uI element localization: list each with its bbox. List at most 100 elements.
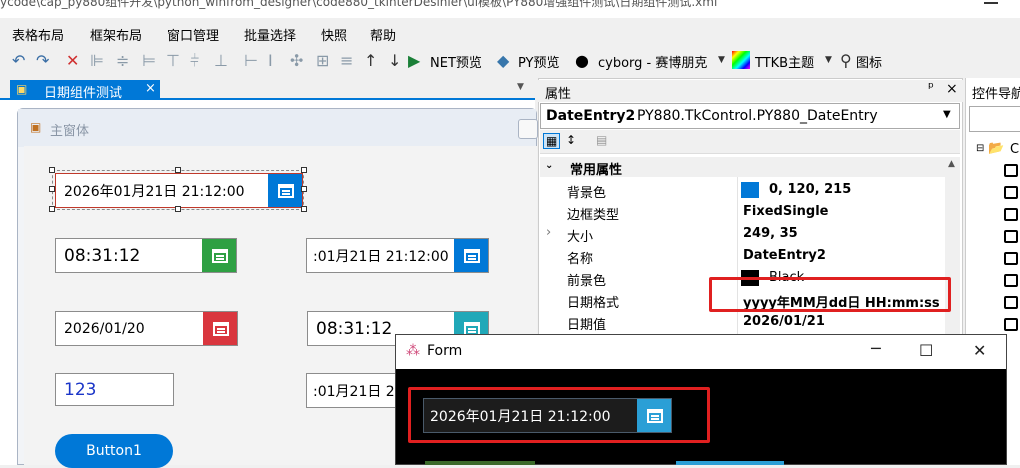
folder-icon: 📂 [988,141,1005,156]
window-minimize-button[interactable] [984,2,998,4]
align-center-icon[interactable]: ≑ [116,51,129,70]
tab-overflow-icon[interactable]: ▼ [517,82,524,92]
category-row[interactable]: ⌄ 常用属性 [540,157,960,178]
resize-handle-se[interactable] [301,206,307,212]
net-preview-icon[interactable]: ▶ [408,51,420,70]
resize-handle-s[interactable] [175,206,181,212]
preview-minimize-button[interactable]: ─ [871,339,881,358]
resize-handle-n[interactable] [175,167,181,173]
resize-handle-ne[interactable] [301,167,307,173]
property-row[interactable]: 边框类型 FixedSingle [540,201,940,223]
control-node-icon[interactable] [1004,252,1018,265]
property-row[interactable]: 日期值 2026/01/21 [540,311,940,333]
property-row[interactable]: › 大小 249, 35 [540,223,940,245]
resize-handle-sw[interactable] [49,206,55,212]
scroll-up-icon[interactable]: ▲ [948,159,955,169]
control-node-icon[interactable] [1004,296,1018,309]
preview-form-title: Form [427,343,463,359]
app-icon: ⁂ [406,343,420,359]
menu-snapshot[interactable]: 快照 [321,25,347,44]
ttkb-theme-dropdown[interactable]: TTKB主题 [755,52,814,71]
redo-icon[interactable]: ↷ [36,51,49,70]
property-name: 日期值 [567,318,607,333]
tab-label: 日期组件测试 [44,86,123,101]
menu-frame-layout[interactable]: 框架布局 [90,25,142,44]
control-node-icon[interactable] [1004,208,1018,221]
align-left-icon[interactable]: ⊫ [90,51,104,70]
datetime-entry-2[interactable]: :01月21日 21:12:00 [306,238,489,273]
align-bottom-icon[interactable]: ⊥ [214,51,228,70]
control-node-icon[interactable] [1004,230,1018,243]
theme-dropdown-arrow-icon[interactable]: ▼ [718,55,725,65]
property-name: 大小 [567,230,594,245]
control-node-icon[interactable] [1004,186,1018,199]
control-node-icon[interactable] [1004,318,1018,331]
calendar-button[interactable] [202,239,236,272]
theme-dropdown[interactable]: cyborg - 赛博朋克 [598,52,707,71]
date-entry[interactable]: 2026/01/20 [55,311,238,346]
same-size-icon[interactable]: ✣ [290,51,303,70]
preview-maximize-button[interactable]: ☐ [919,341,933,360]
ttkb-theme-icon[interactable] [732,51,750,69]
menu-batch-select[interactable]: 批量选择 [244,25,296,44]
property-name: 边框类型 [567,208,620,223]
window-title-bar: ycode\cap_py880组件开发\python_winfrom_desig… [0,0,1020,18]
highlight-box-date-format [709,277,951,312]
property-row[interactable]: 背景色 0, 120, 215 [540,179,940,201]
date-entry-main[interactable]: 2026年01月21日 21:12:00 [55,173,303,208]
resize-handle-w[interactable] [49,186,55,192]
alphabetical-icon[interactable]: ↕ [566,133,576,147]
icon-button[interactable]: 图标 [856,52,882,71]
align-middle-icon[interactable]: ⫩ [190,51,199,71]
preview-close-button[interactable]: ✕ [973,341,986,360]
control-node-icon[interactable] [1004,274,1018,287]
object-selector-arrow-icon[interactable]: ▼ [943,109,951,120]
tab-date-component-test[interactable]: ▣ 日期组件测试 × [10,80,160,101]
menu-help[interactable]: 帮助 [370,25,396,44]
theme-icon[interactable]: ● [575,51,589,70]
menu-bar: 表格布局 框架布局 窗口管理 批量选择 快照 帮助 [0,22,1020,44]
controls-search-input[interactable] [969,106,1020,132]
same-width-icon[interactable]: ⊢ [244,51,258,70]
numeric-entry[interactable]: 123 [55,373,174,406]
send-back-icon[interactable]: ↓ [388,51,401,70]
undo-icon[interactable]: ↶ [12,51,25,70]
center-vertical-icon[interactable]: ≡ [340,51,353,70]
categorized-icon[interactable]: ▦ [543,133,561,149]
py-preview-button[interactable]: PY预览 [518,52,560,71]
ttkb-dropdown-arrow-icon[interactable]: ▼ [825,55,832,65]
center-horizontal-icon[interactable]: ⊞ [316,51,329,70]
control-node-icon[interactable] [1004,164,1018,177]
calendar-button[interactable] [454,239,488,272]
delete-icon[interactable]: ✕ [66,51,79,70]
toolbar: ↶ ↷ ✕ ⊫ ≑ ⊨ ⊤ ⫩ ⊥ ⊢ I ✣ ⊞ ≡ ↑ ↓ ▶ NET预览 … [0,46,1020,74]
form-minimize-button[interactable] [518,119,538,139]
properties-title: 属性 [545,87,572,102]
tree-collapse-icon[interactable]: ⊟ [976,143,984,154]
align-right-icon[interactable]: ⊨ [142,51,156,70]
calendar-button[interactable] [268,174,302,207]
bring-front-icon[interactable]: ↑ [364,51,377,70]
same-height-icon[interactable]: I [268,51,273,70]
button-1[interactable]: Button1 [55,434,173,468]
user-icon[interactable]: ⚲ [840,51,852,70]
calendar-button[interactable] [203,312,237,345]
property-pages-icon[interactable]: ▤ [596,133,607,147]
collapse-icon[interactable]: ⌄ [545,160,553,171]
python-icon[interactable]: ◆ [497,51,509,70]
resize-handle-e[interactable] [301,186,307,192]
expand-icon[interactable]: › [546,225,551,240]
net-preview-button[interactable]: NET预览 [430,52,482,71]
property-row[interactable]: 名称 DateEntry2 [540,245,940,267]
properties-close-icon[interactable]: × [946,81,958,97]
menu-table-layout[interactable]: 表格布局 [12,25,64,44]
object-selector[interactable]: DateEntry2 PY880.TkControl.PY880_DateEnt… [540,103,960,129]
calendar-icon [463,248,480,263]
datetime-entry-2-text: :01月21日 21:12:00 [313,248,449,265]
tab-close-icon[interactable]: × [145,81,156,96]
resize-handle-nw[interactable] [49,167,55,173]
align-top-icon[interactable]: ⊤ [166,51,180,70]
time-entry-1[interactable]: 08:31:12 [55,238,237,273]
menu-window-management[interactable]: 窗口管理 [167,25,219,44]
pin-icon[interactable]: ᵖ [928,80,934,96]
